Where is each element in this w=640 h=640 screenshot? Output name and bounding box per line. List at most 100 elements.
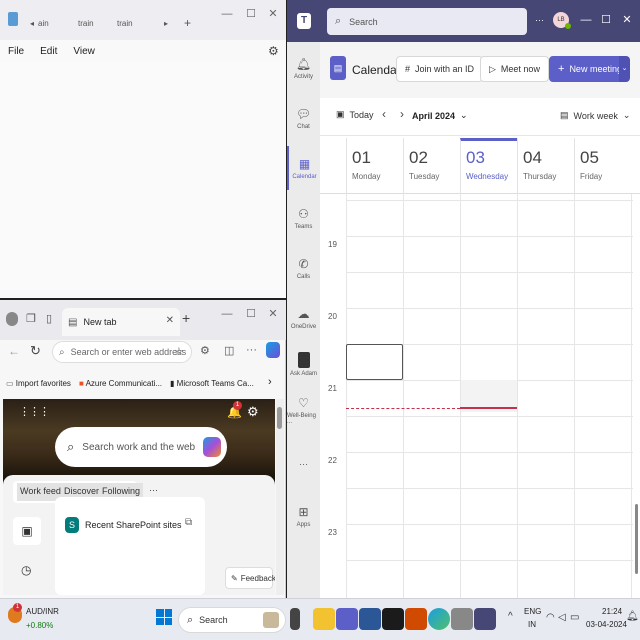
maximize-icon[interactable]: ☐ (242, 6, 260, 22)
language-indicator[interactable]: ENG (524, 607, 541, 616)
rail-more[interactable]: ··· (287, 442, 320, 486)
new-tab-icon[interactable]: + (184, 12, 191, 34)
edge-taskbar-icon[interactable] (428, 608, 450, 630)
favorite-star-icon[interactable]: ☆ (174, 345, 184, 358)
profile-icon[interactable] (6, 312, 18, 326)
day-header-friday[interactable]: 05 Friday (574, 138, 631, 194)
close-icon[interactable]: ✕ (618, 12, 636, 28)
view-picker[interactable]: ▤ Work week ⌄ (560, 110, 630, 121)
scrollbar-thumb[interactable] (635, 504, 638, 574)
rail-chat[interactable]: 💬︎ Chat (287, 96, 320, 140)
chevron-down-icon[interactable]: ⌄ (619, 56, 630, 82)
minimize-icon[interactable]: — (218, 6, 236, 22)
history-clock-icon[interactable]: ◷ (21, 563, 31, 577)
search-placeholder: Search work and the web (82, 441, 196, 453)
notepad-editor[interactable] (0, 62, 286, 298)
terminal-icon[interactable] (382, 608, 404, 630)
app-launcher-icon[interactable]: ⋮⋮⋮ (19, 405, 50, 418)
meet-now-button[interactable]: ▷ Meet now (480, 56, 549, 82)
chevron-right-icon[interactable]: › (268, 376, 272, 388)
stock-name[interactable]: AUD/INR (26, 607, 59, 616)
next-week-icon[interactable]: › (400, 107, 404, 121)
maximize-icon[interactable]: ☐ (242, 306, 260, 322)
chevron-left-icon[interactable]: ◂ (30, 19, 34, 28)
favorite-azure[interactable]: ■ Azure Communicati... (79, 379, 162, 388)
teams-more-icon[interactable]: ··· (535, 15, 544, 25)
rail-calendar[interactable]: ▦ Calendar (287, 146, 320, 190)
newtab-search-box[interactable]: ⌕ Search work and the web (55, 427, 227, 467)
minimize-icon[interactable]: — (218, 306, 236, 322)
notification-bell-icon[interactable]: 🔔︎ (626, 611, 639, 622)
tab-actions-icon[interactable]: ▯ (46, 312, 52, 325)
feed-more-icon[interactable]: ··· (149, 485, 158, 495)
join-with-id-button[interactable]: # Join with an ID (396, 56, 484, 82)
teams-active-icon[interactable] (474, 608, 496, 630)
close-tab-icon[interactable]: ✕ (166, 315, 174, 326)
office-app-icon[interactable] (405, 608, 427, 630)
workspaces-icon[interactable]: ❐ (26, 312, 36, 325)
rail-activity[interactable]: 🔔︎ Activity (287, 46, 320, 90)
menu-view[interactable]: View (65, 46, 103, 57)
close-icon[interactable]: ✕ (264, 6, 282, 22)
menu-more-icon[interactable]: ··· (246, 344, 257, 356)
rail-ask-adam[interactable]: Ask Adam (287, 342, 320, 386)
teams-search-box[interactable]: ⌕ Search (327, 8, 527, 35)
day-header-wednesday[interactable]: 03 Wednesday (460, 138, 517, 194)
edge-tab-new[interactable]: ▤ New tab ✕ (62, 308, 180, 336)
task-view-icon[interactable] (290, 608, 300, 630)
rail-onedrive[interactable]: ☁ OneDrive (287, 296, 320, 340)
wifi-icon[interactable]: ◠ (546, 612, 555, 623)
copilot-icon[interactable] (203, 437, 221, 457)
rail-wellbeing[interactable]: ♡ Well-Being ... (287, 388, 320, 432)
day-header-tuesday[interactable]: 02 Tuesday (403, 138, 460, 194)
notepad-tab-1[interactable]: ◂ ain (30, 12, 49, 34)
notepad-tab-3[interactable]: train (117, 12, 133, 34)
scrollbar-thumb[interactable] (277, 407, 282, 429)
notepad-tab-2[interactable]: train (78, 12, 94, 34)
taskbar-search[interactable]: ⌕ Search (178, 607, 286, 633)
feedback-button[interactable]: ✎ Feedback (225, 567, 275, 589)
notepad-taskbar-icon[interactable] (451, 608, 473, 630)
day-header-thursday[interactable]: 04 Thursday (517, 138, 574, 194)
maximize-icon[interactable]: ☐ (597, 12, 615, 28)
refresh-icon[interactable]: ↻ (30, 343, 41, 359)
day-header-monday[interactable]: 01 Monday (346, 138, 403, 194)
selected-time-slot[interactable] (346, 344, 403, 380)
menu-file[interactable]: File (0, 46, 32, 57)
month-picker[interactable]: April 2024 ⌄ (412, 110, 468, 121)
back-icon[interactable]: ← (8, 344, 20, 358)
address-bar[interactable]: ⌕ Search or enter web address (52, 341, 192, 363)
teams-taskbar-icon[interactable] (336, 608, 358, 630)
volume-icon[interactable]: ◁ (558, 612, 566, 623)
file-explorer-icon[interactable] (313, 608, 335, 630)
chevron-up-icon[interactable]: ^ (508, 611, 513, 622)
menu-edit[interactable]: Edit (32, 46, 65, 57)
rail-teams[interactable]: ⚇ Teams (287, 196, 320, 240)
gear-icon[interactable]: ⚙ (268, 44, 279, 58)
office-icon[interactable]: ▣ (13, 517, 41, 545)
copilot-icon[interactable] (266, 342, 280, 358)
store-icon[interactable] (359, 608, 381, 630)
chevron-right-icon[interactable]: ▸ (164, 12, 168, 34)
today-button[interactable]: ▣ Today (336, 109, 374, 120)
settings-gear-icon[interactable]: ⚙ (247, 404, 259, 420)
clock-time[interactable]: 21:24 (602, 607, 622, 616)
split-screen-icon[interactable]: ◫ (224, 344, 234, 357)
minimize-icon[interactable]: — (577, 12, 595, 28)
notepad-titlebar: ◂ ain train train ▸ + — ☐ ✕ (0, 0, 286, 40)
sharepoint-card[interactable]: S Recent SharePoint sites ⧉ (55, 497, 205, 595)
close-icon[interactable]: ✕ (264, 306, 282, 322)
extensions-icon[interactable]: ⚙ (200, 344, 210, 357)
favorite-import[interactable]: ▭ Import favorites (6, 379, 71, 388)
new-tab-icon[interactable]: + (182, 310, 190, 326)
calendar-time-grid[interactable]: 19 20 21 22 23 (320, 194, 640, 598)
rail-apps[interactable]: ⊞ Apps (287, 494, 320, 538)
start-windows-icon[interactable] (156, 609, 172, 625)
battery-icon[interactable]: ▭ (570, 612, 579, 623)
page-scrollbar[interactable] (276, 399, 284, 595)
rail-calls[interactable]: ✆ Calls (287, 246, 320, 290)
new-meeting-button[interactable]: + New meeting (549, 56, 629, 82)
favorite-teams[interactable]: ▮ Microsoft Teams Ca... (170, 379, 254, 388)
open-external-icon[interactable]: ⧉ (185, 517, 192, 528)
previous-week-icon[interactable]: ‹ (382, 107, 386, 121)
